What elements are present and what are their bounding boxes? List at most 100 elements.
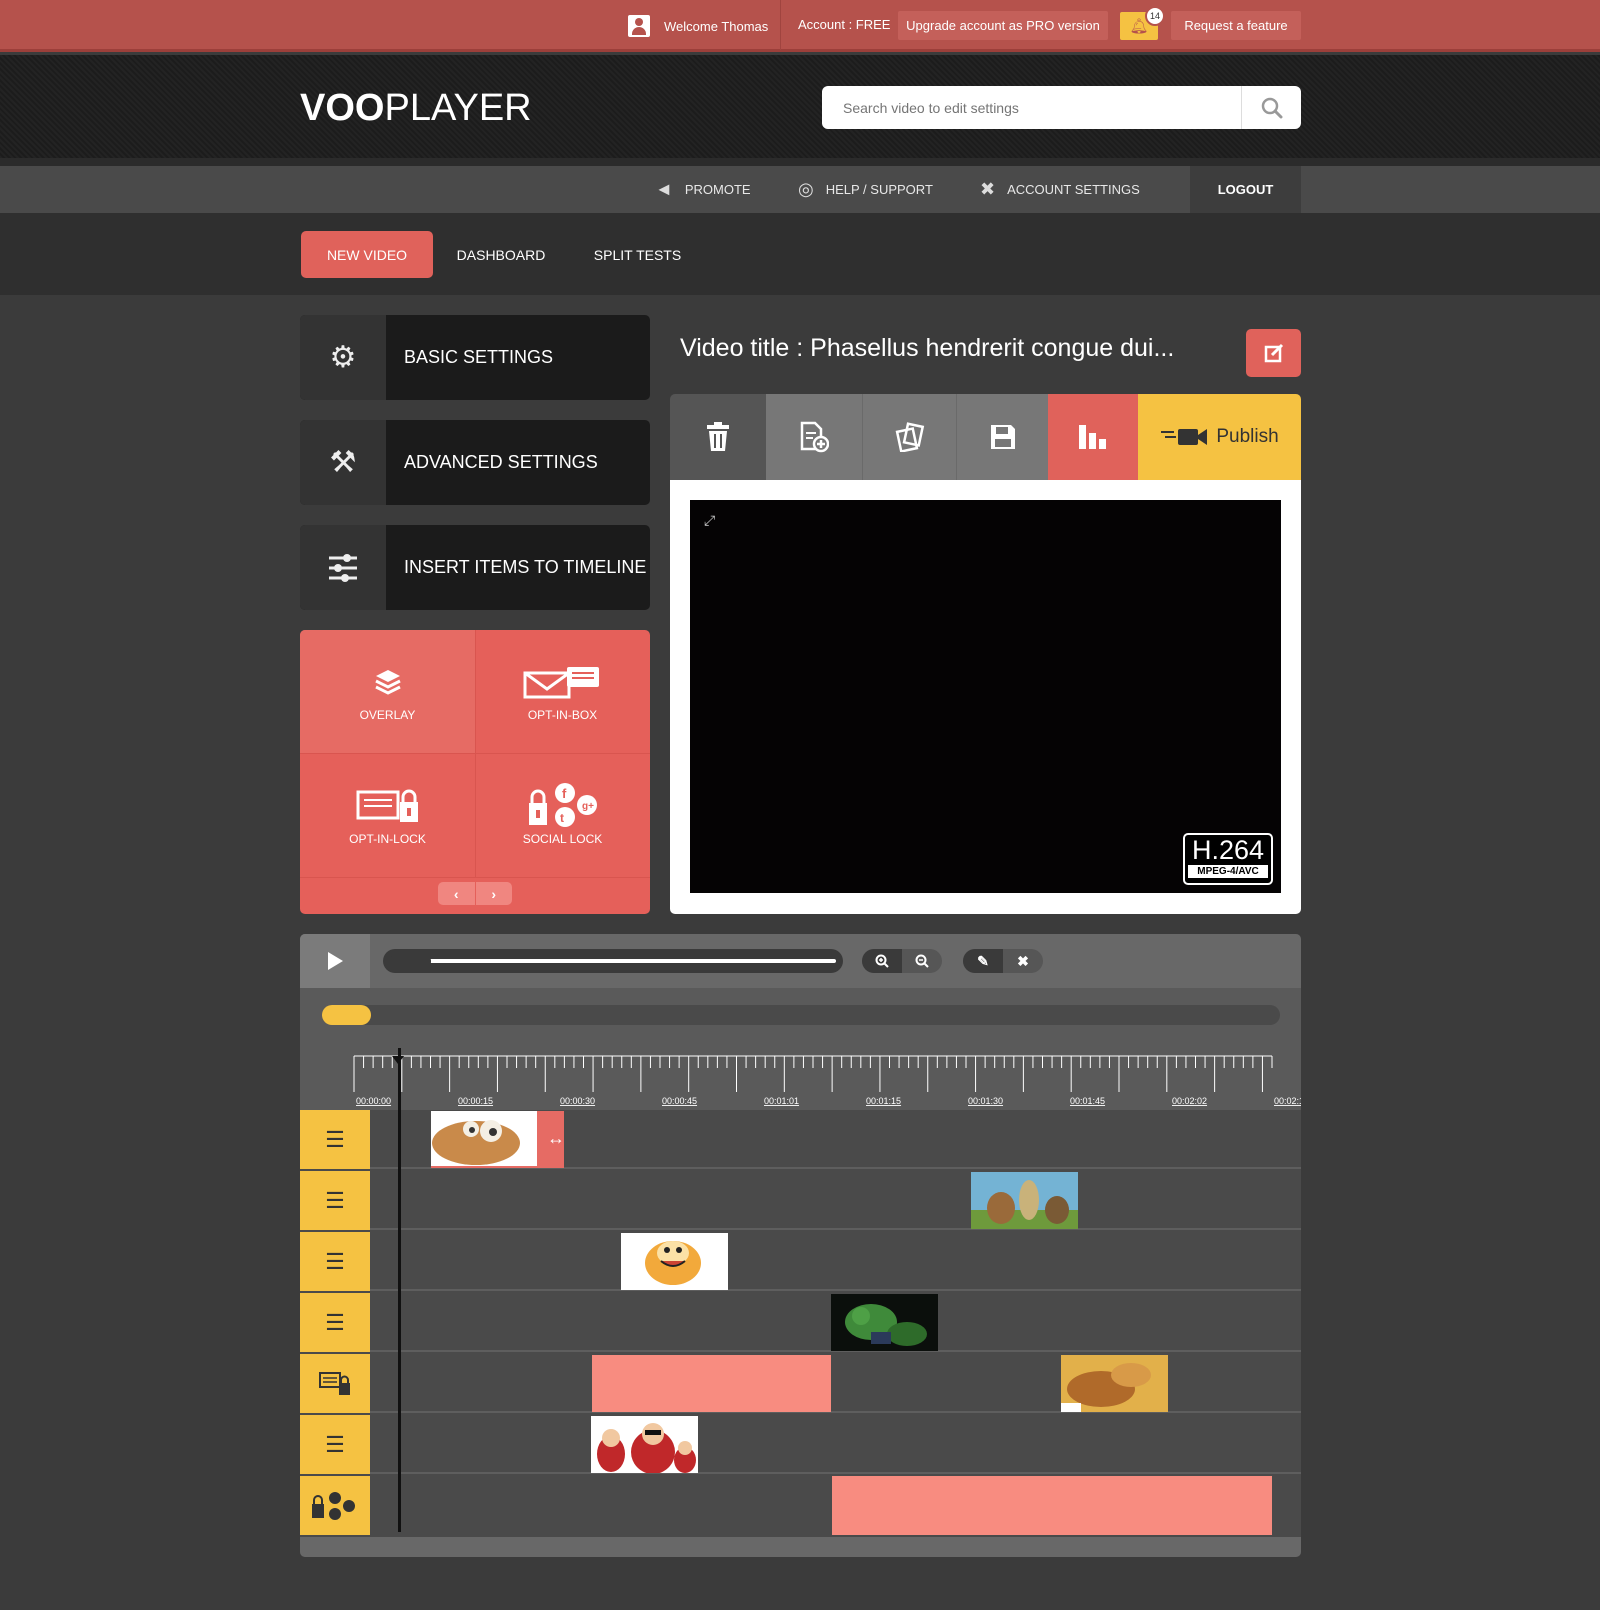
logout-button[interactable]: LOGOUT xyxy=(1190,166,1301,213)
svg-text:t: t xyxy=(560,811,564,825)
play-button[interactable] xyxy=(300,934,370,988)
logo-light: PLAYER xyxy=(384,87,532,129)
gear-icon: ⚙ xyxy=(300,315,386,400)
svg-text:f: f xyxy=(562,786,567,801)
next-button[interactable]: › xyxy=(474,882,513,905)
timeline-clip[interactable] xyxy=(1061,1355,1168,1412)
social-lock-icon: f g+ t xyxy=(527,782,599,827)
tab-dashboard[interactable]: DASHBOARD xyxy=(448,231,554,278)
ruler-label: 00:01:45 xyxy=(1070,1096,1105,1106)
track-list-label[interactable]: ☰ xyxy=(300,1171,370,1230)
logo[interactable]: VOOPLAYER xyxy=(300,87,532,130)
ruler-label: 00:01:15 xyxy=(866,1096,901,1106)
clip-thumbnail xyxy=(621,1233,728,1290)
megaphone-icon: ◄ xyxy=(655,179,673,199)
time-ruler[interactable]: 00:00:00 00:00:15 00:00:30 00:00:45 00:01:01… xyxy=(300,1048,1301,1110)
insert-items-button[interactable]: INSERT ITEMS TO TIMELINE xyxy=(300,525,650,610)
nav-promote[interactable]: ◄ PROMOTE xyxy=(655,166,751,213)
nav-account-settings-label: ACCOUNT SETTINGS xyxy=(1007,182,1140,197)
stats-button[interactable] xyxy=(1048,394,1138,480)
nav-help[interactable]: ◎ HELP / SUPPORT xyxy=(798,166,933,213)
nav-promote-label: PROMOTE xyxy=(684,182,751,197)
track-social-lock-label[interactable] xyxy=(300,1476,370,1535)
zoom-controls xyxy=(862,949,942,973)
video-screen[interactable]: ⤢ H.264 MPEG-4/AVC xyxy=(690,500,1281,893)
timeline-clip[interactable] xyxy=(621,1233,728,1290)
ruler-label: 00:02:15 xyxy=(1274,1096,1301,1106)
list-icon: ☰ xyxy=(325,1431,345,1457)
optin-lock-tool[interactable]: OPT-IN-LOCK xyxy=(300,754,475,877)
sub-nav: NEW VIDEO DASHBOARD SPLIT TESTS xyxy=(0,213,1600,295)
track-list-label[interactable]: ☰ xyxy=(300,1415,370,1474)
divider xyxy=(300,877,650,878)
progress-handle[interactable] xyxy=(389,955,431,968)
list-icon: ☰ xyxy=(325,1126,345,1152)
publish-button[interactable]: Publish xyxy=(1138,394,1301,480)
basic-settings-button[interactable]: ⚙ BASIC SETTINGS xyxy=(300,315,650,400)
tab-new-video[interactable]: NEW VIDEO xyxy=(301,231,433,278)
timeline-block[interactable] xyxy=(592,1355,831,1412)
divider xyxy=(475,630,476,878)
timeline-clip[interactable] xyxy=(591,1416,698,1473)
lifebuoy-icon: ◎ xyxy=(798,179,814,199)
resize-handle-icon[interactable]: ↔ xyxy=(547,1128,564,1149)
nav-account-settings[interactable]: ✖ ACCOUNT SETTINGS xyxy=(980,166,1140,213)
save-button[interactable] xyxy=(956,394,1048,480)
playhead[interactable] xyxy=(398,1048,401,1532)
edit-title-button[interactable] xyxy=(1246,329,1301,377)
search-button[interactable] xyxy=(1241,86,1301,129)
clone-button[interactable] xyxy=(862,394,956,480)
sliders-icon xyxy=(300,525,386,610)
pencil-button[interactable]: ✎ xyxy=(963,949,1003,973)
search-input[interactable] xyxy=(822,86,1240,129)
tools-icon: ✖ xyxy=(980,179,996,199)
timeline-clip[interactable] xyxy=(971,1172,1078,1229)
tab-split-tests[interactable]: SPLIT TESTS xyxy=(590,231,685,278)
ruler-label: 00:00:00 xyxy=(356,1096,391,1106)
video-title: Video title : Phasellus hendrerit congue… xyxy=(680,334,1175,362)
search-box xyxy=(822,86,1301,129)
zoom-out-icon xyxy=(915,954,929,968)
nav-help-label: HELP / SUPPORT xyxy=(825,182,933,197)
optin-box-tool[interactable]: OPT-IN-BOX xyxy=(475,630,650,753)
play-icon xyxy=(328,952,343,970)
request-feature-button[interactable]: Request a feature xyxy=(1171,11,1301,40)
clip-thumbnail xyxy=(971,1172,1078,1229)
scroll-thumb[interactable] xyxy=(322,1005,371,1025)
welcome-user[interactable]: Welcome Thomas xyxy=(628,14,768,38)
advanced-settings-button[interactable]: ⚒ ADVANCED SETTINGS xyxy=(300,420,650,505)
remove-button[interactable]: ✖ xyxy=(1003,949,1043,973)
playback-progress[interactable] xyxy=(383,949,843,973)
clip-thumbnail xyxy=(1061,1355,1168,1412)
track-row xyxy=(300,1354,1301,1413)
list-icon: ☰ xyxy=(325,1248,345,1274)
track-list-label[interactable]: ☰ xyxy=(300,1232,370,1291)
prev-button[interactable]: ‹ xyxy=(438,882,475,905)
social-lock-tool[interactable]: f g+ t SOCIAL LOCK xyxy=(475,754,650,877)
new-file-button[interactable] xyxy=(766,394,862,480)
clip-thumbnail xyxy=(591,1416,698,1473)
track-list-label[interactable]: ☰ xyxy=(300,1293,370,1352)
timeline-block[interactable] xyxy=(832,1476,1272,1535)
pencil-icon: ✎ xyxy=(977,952,989,969)
track-optin-lock-label[interactable] xyxy=(300,1354,370,1413)
overlay-tool[interactable]: OVERLAY xyxy=(300,630,475,753)
delete-button[interactable] xyxy=(670,394,766,480)
insert-tools-panel: OVERLAY OPT-IN-BOX OPT-IN-LOCK f g+ t SOCI… xyxy=(300,630,650,914)
expand-icon[interactable]: ⤢ xyxy=(704,512,715,529)
layers-icon xyxy=(373,662,403,702)
zoom-in-button[interactable] xyxy=(862,949,902,973)
track-list-label[interactable]: ☰ xyxy=(300,1110,370,1169)
svg-text:g+: g+ xyxy=(582,801,594,812)
insert-items-label: INSERT ITEMS TO TIMELINE xyxy=(404,557,647,577)
scroll-track[interactable] xyxy=(322,1005,1280,1025)
ruler-label: 00:02:02 xyxy=(1172,1096,1207,1106)
zoom-out-button[interactable] xyxy=(902,949,942,973)
chat-lock-icon xyxy=(356,786,420,826)
upgrade-button[interactable]: Upgrade account as PRO version xyxy=(898,11,1108,40)
timeline-clip[interactable] xyxy=(831,1294,938,1351)
timeline-clip[interactable]: ↔ xyxy=(431,1111,564,1168)
basic-settings-label: BASIC SETTINGS xyxy=(404,347,554,367)
ruler-label: 00:01:01 xyxy=(764,1096,799,1106)
video-player: ⤢ H.264 MPEG-4/AVC xyxy=(670,480,1301,914)
